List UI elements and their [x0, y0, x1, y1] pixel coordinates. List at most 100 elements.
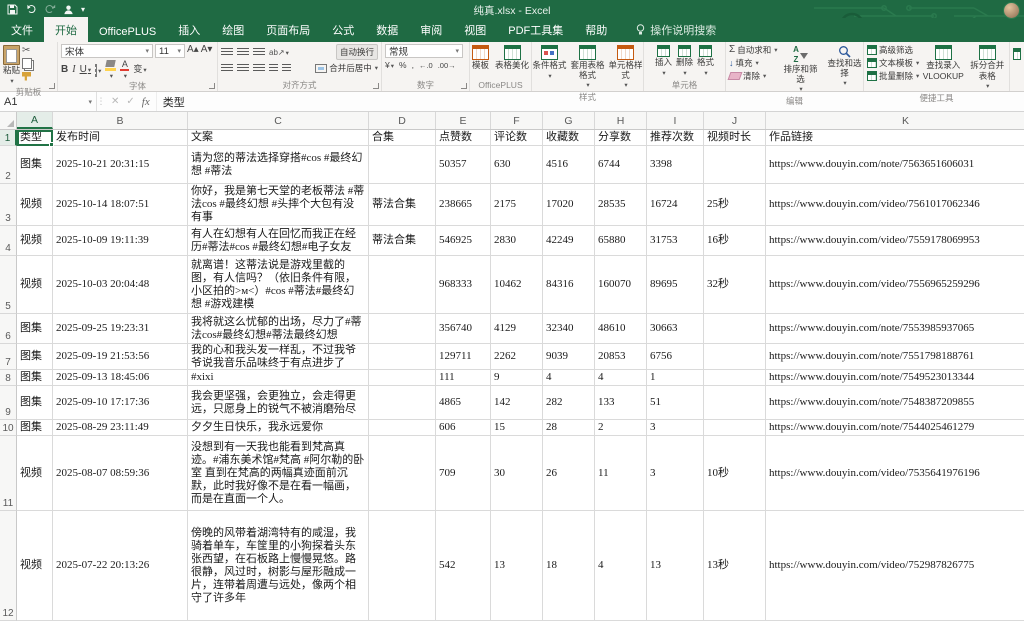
tab-文件[interactable]: 文件	[0, 17, 44, 42]
cell-G1[interactable]: 收藏数	[543, 130, 595, 146]
decrease-font-button[interactable]: A▾	[201, 44, 213, 58]
number-format-select[interactable]: 常规▾	[385, 44, 463, 58]
delete-cells-button[interactable]: 删除	[676, 44, 693, 78]
font-size-select[interactable]: 11▾	[155, 44, 185, 58]
phonetic-button[interactable]: 变	[133, 63, 146, 77]
cell-B9[interactable]: 2025-09-10 17:17:36	[53, 386, 188, 420]
cell-J8[interactable]	[704, 370, 766, 386]
cell-J9[interactable]	[704, 386, 766, 420]
paste-button[interactable]: 粘贴	[3, 44, 20, 86]
cell-A4[interactable]: 视频	[17, 226, 53, 256]
row-header-1[interactable]: 1	[0, 130, 17, 146]
row-header-5[interactable]: 5	[0, 256, 17, 314]
tab-页面布局[interactable]: 页面布局	[255, 17, 321, 42]
cell-B1[interactable]: 发布时间	[53, 130, 188, 146]
cell-F7[interactable]: 2262	[491, 344, 543, 370]
fill-handle[interactable]	[49, 142, 54, 147]
cell-J1[interactable]: 视频时长	[704, 130, 766, 146]
cell-E7[interactable]: 129711	[436, 344, 491, 370]
format-painter-button[interactable]	[22, 70, 32, 82]
fill-color-button[interactable]	[105, 60, 116, 80]
comma-button[interactable]: ,	[412, 60, 414, 70]
cell-J6[interactable]	[704, 314, 766, 344]
row-header-4[interactable]: 4	[0, 226, 17, 256]
cell-G3[interactable]: 17020	[543, 184, 595, 226]
column-header-K[interactable]: K	[766, 112, 1024, 129]
cell-D2[interactable]	[369, 146, 436, 184]
cell-F12[interactable]: 13	[491, 511, 543, 621]
select-all-button[interactable]	[0, 112, 17, 129]
cell-B8[interactable]: 2025-09-13 18:45:06	[53, 370, 188, 386]
cell-C7[interactable]: 我的心和我头发一样乱，不过我爷爷说我音乐品味终于有点进步了	[188, 344, 369, 370]
cell-D8[interactable]	[369, 370, 436, 386]
cell-D6[interactable]	[369, 314, 436, 344]
cell-K10[interactable]: https://www.douyin.com/note/754402546127…	[766, 420, 1024, 436]
align-left-button[interactable]	[221, 64, 233, 73]
autosum-button[interactable]: Σ自动求和	[729, 44, 777, 56]
tab-数据[interactable]: 数据	[365, 17, 409, 42]
save-icon[interactable]	[7, 4, 18, 15]
row-header-3[interactable]: 3	[0, 184, 17, 226]
cell-K5[interactable]: https://www.douyin.com/video/75569652592…	[766, 256, 1024, 314]
row-header-12[interactable]: 12	[0, 511, 17, 621]
cell-D4[interactable]: 蒂法合集	[369, 226, 436, 256]
wrap-text-button[interactable]: 自动换行	[336, 44, 378, 60]
cell-C10[interactable]: 夕夕生日快乐，我永远爱你	[188, 420, 369, 436]
cell-J2[interactable]	[704, 146, 766, 184]
find-select-button[interactable]: 查找和选择	[823, 44, 865, 89]
cell-D5[interactable]	[369, 256, 436, 314]
cell-D7[interactable]	[369, 344, 436, 370]
cell-E5[interactable]: 968333	[436, 256, 491, 314]
tab-插入[interactable]: 插入	[167, 17, 211, 42]
cell-F1[interactable]: 评论数	[491, 130, 543, 146]
cell-E1[interactable]: 点赞数	[436, 130, 491, 146]
column-header-J[interactable]: J	[704, 112, 766, 129]
cell-D11[interactable]	[369, 436, 436, 511]
cell-H8[interactable]: 4	[595, 370, 647, 386]
cell-G11[interactable]: 26	[543, 436, 595, 511]
cell-D3[interactable]: 蒂法合集	[369, 184, 436, 226]
table-beautify-button[interactable]: 表格美化	[495, 44, 529, 71]
cell-E4[interactable]: 546925	[436, 226, 491, 256]
tab-公式[interactable]: 公式	[321, 17, 365, 42]
cell-B12[interactable]: 2025-07-22 20:13:26	[53, 511, 188, 621]
cell-B10[interactable]: 2025-08-29 23:11:49	[53, 420, 188, 436]
cell-I6[interactable]: 30663	[647, 314, 704, 344]
cell-A1[interactable]: 类型	[17, 130, 53, 146]
align-center-button[interactable]	[237, 64, 249, 73]
insert-function-icon[interactable]: fx	[142, 96, 150, 108]
cell-C3[interactable]: 你好，我是第七天堂的老板蒂法 #蒂法cos #最终幻想 #头摔个大包有没有事	[188, 184, 369, 226]
fill-button[interactable]: ↓填充	[729, 57, 777, 69]
cell-D10[interactable]	[369, 420, 436, 436]
cell-H12[interactable]: 4	[595, 511, 647, 621]
clipboard-dialog-launcher[interactable]	[49, 83, 55, 89]
cell-G7[interactable]: 9039	[543, 344, 595, 370]
cell-J4[interactable]: 16秒	[704, 226, 766, 256]
cell-J10[interactable]	[704, 420, 766, 436]
row-header-10[interactable]: 10	[0, 420, 17, 436]
cell-D12[interactable]	[369, 511, 436, 621]
cell-I8[interactable]: 1	[647, 370, 704, 386]
italic-button[interactable]: I	[72, 64, 75, 76]
row-header-9[interactable]: 9	[0, 386, 17, 420]
column-header-G[interactable]: G	[543, 112, 595, 129]
cell-B5[interactable]: 2025-10-03 20:04:48	[53, 256, 188, 314]
cell-A7[interactable]: 图集	[17, 344, 53, 370]
cell-J7[interactable]	[704, 344, 766, 370]
cell-G5[interactable]: 84316	[543, 256, 595, 314]
tab-视图[interactable]: 视图	[453, 17, 497, 42]
cell-H7[interactable]: 20853	[595, 344, 647, 370]
cell-F4[interactable]: 2830	[491, 226, 543, 256]
cell-G9[interactable]: 282	[543, 386, 595, 420]
row-header-11[interactable]: 11	[0, 436, 17, 511]
text-template-button[interactable]: 文本模板	[867, 57, 919, 69]
cell-G6[interactable]: 32340	[543, 314, 595, 344]
align-top-button[interactable]	[221, 48, 233, 57]
cell-I1[interactable]: 推荐次数	[647, 130, 704, 146]
cell-G12[interactable]: 18	[543, 511, 595, 621]
cell-C5[interactable]: 就离谱！这蒂法说是游戏里截的图，有人信吗？（依旧条件有限，小区拍的>м<）#co…	[188, 256, 369, 314]
cell-C4[interactable]: 有人在幻想有人在回忆而我正在经历#蒂法#cos #最终幻想#电子女友	[188, 226, 369, 256]
cell-F2[interactable]: 630	[491, 146, 543, 184]
cell-H11[interactable]: 11	[595, 436, 647, 511]
cell-J3[interactable]: 25秒	[704, 184, 766, 226]
